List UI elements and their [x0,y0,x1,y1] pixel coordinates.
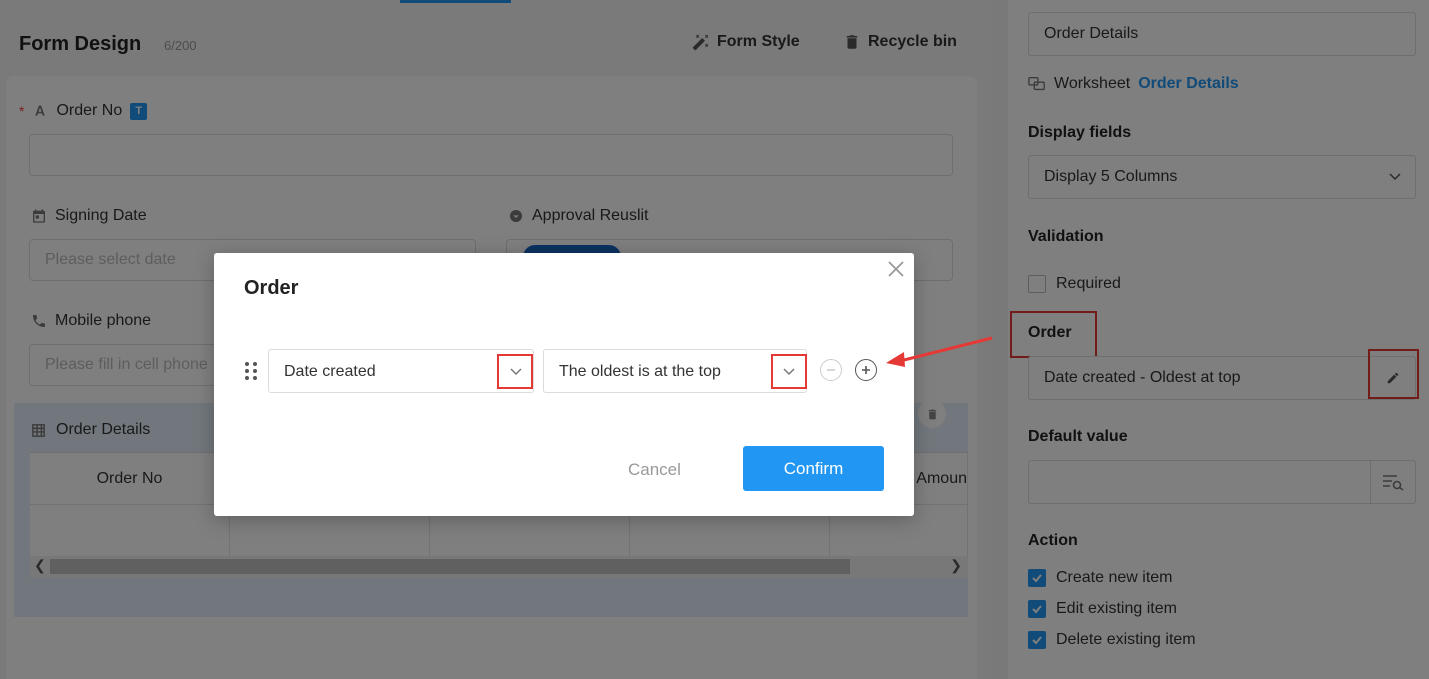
dialog-title: Order [244,277,299,299]
sort-direction-value: The oldest is at the top [559,363,721,380]
sort-direction-select[interactable]: The oldest is at the top [543,349,807,393]
remove-circle-icon [827,369,835,371]
add-sort-button[interactable] [855,359,877,381]
close-button[interactable] [886,259,906,279]
cancel-button[interactable]: Cancel [628,460,681,480]
annotation-box-field-dropdown [497,354,533,389]
annotation-box-direction-dropdown [771,354,807,389]
add-circle-icon [862,366,870,374]
order-dialog: Order Date created The oldest is at the … [214,253,914,516]
annotation-arrow-icon [886,336,993,367]
close-icon [888,261,904,277]
confirm-button[interactable]: Confirm [743,446,884,491]
drag-handle-icon[interactable] [245,362,259,380]
sort-field-select[interactable]: Date created [268,349,534,393]
remove-sort-button[interactable] [820,359,842,381]
sort-field-value: Date created [284,363,376,380]
